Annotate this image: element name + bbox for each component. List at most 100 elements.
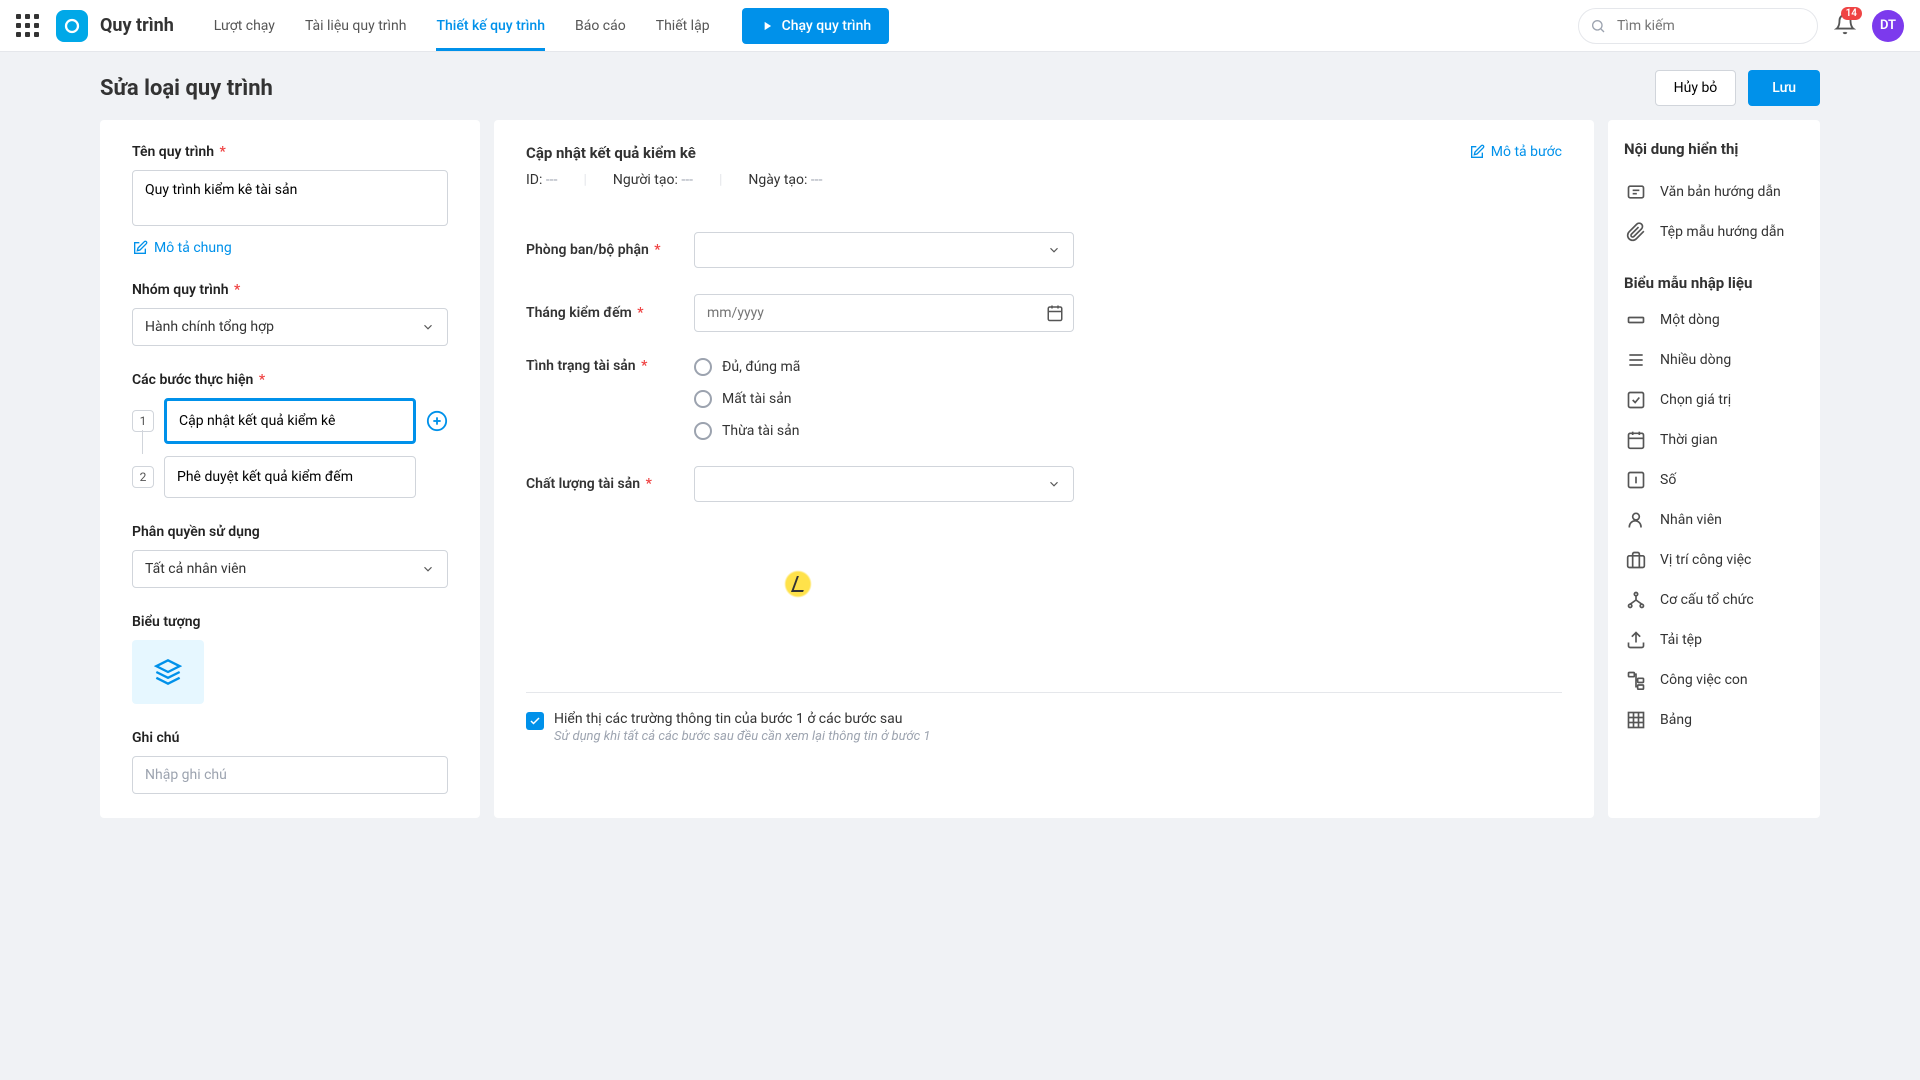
show-fields-hint: Sử dụng khi tất cả các bước sau đều cần … [554,729,930,744]
palette-file-template[interactable]: Tệp mẫu hướng dẫn [1624,212,1804,252]
general-desc-link[interactable]: Mô tả chung [132,240,448,256]
tab-reports[interactable]: Báo cáo [575,0,626,51]
step-desc-link[interactable]: Mô tả bước [1469,144,1562,160]
dept-row: Phòng ban/bộ phận * [526,232,1562,268]
form-palette-title: Biểu mẫu nhập liệu [1624,274,1804,292]
run-button-label: Chạy quy trình [782,18,872,34]
page-header: Sửa loại quy trình Hủy bỏ Lưu [0,52,1920,120]
check-icon [529,715,541,727]
play-icon [760,19,774,33]
step-meta: ID: --- | Người tạo: --- | Ngày tạo: --- [526,172,823,188]
multi-line-icon [1626,350,1646,370]
palette-time[interactable]: Thời gian [1624,420,1804,460]
permission-select[interactable]: Tất cả nhân viên [132,550,448,588]
text-icon [1626,182,1646,202]
briefcase-icon [1626,550,1646,570]
radio-icon [694,358,712,376]
process-group-label: Nhóm quy trình * [132,282,448,298]
icon-picker[interactable] [132,640,204,704]
tab-docs[interactable]: Tài liệu quy trình [305,0,407,51]
palette-job-position[interactable]: Vị trí công việc [1624,540,1804,580]
checkbox-icon [1626,390,1646,410]
step-input-2[interactable] [164,456,416,498]
process-group-select[interactable]: Hành chính tổng hợp [132,308,448,346]
show-fields-label: Hiển thị các trường thông tin của bước 1… [554,711,930,727]
notifications-button[interactable]: 14 [1834,13,1856,39]
step-title: Cập nhật kết quả kiểm kê [526,144,823,162]
step-number: 1 [132,410,154,432]
palette-single-line[interactable]: Một dòng [1624,300,1804,340]
step-input-1[interactable] [164,398,416,444]
user-avatar[interactable]: DT [1872,10,1904,42]
add-step-icon[interactable] [426,410,448,432]
page-title: Sửa loại quy trình [100,76,273,101]
content-display-title: Nội dung hiển thị [1624,140,1804,158]
topbar: Quy trình Lượt chạy Tài liệu quy trình T… [0,0,1920,52]
radio-icon [694,390,712,408]
month-row: Tháng kiểm đếm * [526,294,1562,332]
nav-tabs: Lượt chạy Tài liệu quy trình Thiết kế qu… [214,0,710,51]
chevron-down-icon [421,320,435,334]
quality-select[interactable] [694,466,1074,502]
app-logo-icon[interactable] [56,10,88,42]
palette-text-guide[interactable]: Văn bản hướng dẫn [1624,172,1804,212]
tab-design[interactable]: Thiết kế quy trình [436,0,545,51]
save-button[interactable]: Lưu [1748,70,1820,106]
chevron-down-icon [1047,477,1061,491]
steps-label: Các bước thực hiện * [132,372,448,388]
permission-label: Phân quyền sử dụng [132,524,448,540]
search-box [1578,8,1818,44]
process-name-label: Tên quy trình * [132,144,448,160]
run-process-button[interactable]: Chạy quy trình [742,8,890,44]
notes-input[interactable] [132,756,448,794]
cancel-button[interactable]: Hủy bỏ [1655,70,1737,106]
palette-multi-line[interactable]: Nhiều dòng [1624,340,1804,380]
show-fields-footer: Hiển thị các trường thông tin của bước 1… [526,692,1562,744]
org-icon [1626,590,1646,610]
notes-label: Ghi chú [132,730,448,746]
step-row-1: 1 [132,398,448,444]
calendar-icon [1626,430,1646,450]
radio-extra[interactable]: Thừa tài sản [694,422,1074,440]
palette-employee[interactable]: Nhân viên [1624,500,1804,540]
notif-badge: 14 [1841,7,1862,20]
radio-full[interactable]: Đủ, đúng mã [694,358,1074,376]
show-fields-checkbox[interactable] [526,712,544,730]
edit-icon [1469,144,1485,160]
attachment-icon [1626,222,1646,242]
status-row: Tình trạng tài sản * Đủ, đúng mã Mất tài… [526,358,1562,440]
icon-label: Biểu tượng [132,614,448,630]
table-icon [1626,710,1646,730]
dept-select[interactable] [694,232,1074,268]
number-icon [1626,470,1646,490]
edit-icon [132,240,148,256]
chevron-down-icon [1047,243,1061,257]
left-panel: Tên quy trình * Mô tả chung Nhóm quy trì… [100,120,480,818]
search-input[interactable] [1578,8,1818,44]
chevron-down-icon [421,562,435,576]
apps-grid-icon[interactable] [16,14,40,38]
layers-icon [154,658,182,686]
upload-icon [1626,630,1646,650]
content: Tên quy trình * Mô tả chung Nhóm quy trì… [0,120,1920,838]
month-input[interactable] [694,294,1074,332]
tab-settings[interactable]: Thiết lập [656,0,710,51]
calendar-icon[interactable] [1046,304,1064,322]
palette-subtask[interactable]: Công việc con [1624,660,1804,700]
palette-table[interactable]: Bảng [1624,700,1804,740]
process-name-input[interactable] [132,170,448,226]
palette-select-value[interactable]: Chọn giá trị [1624,380,1804,420]
person-icon [1626,510,1646,530]
palette-number[interactable]: Số [1624,460,1804,500]
tab-runs[interactable]: Lượt chạy [214,0,275,51]
radio-icon [694,422,712,440]
palette-org-structure[interactable]: Cơ cấu tổ chức [1624,580,1804,620]
step-row-2: 2 [132,456,448,498]
middle-panel: Cập nhật kết quả kiểm kê ID: --- | Người… [494,120,1594,818]
search-icon [1590,18,1606,34]
radio-lost[interactable]: Mất tài sản [694,390,1074,408]
cursor-highlight [784,570,812,598]
subtask-icon [1626,670,1646,690]
right-panel: Nội dung hiển thị Văn bản hướng dẫn Tệp … [1608,120,1820,818]
palette-upload[interactable]: Tải tệp [1624,620,1804,660]
